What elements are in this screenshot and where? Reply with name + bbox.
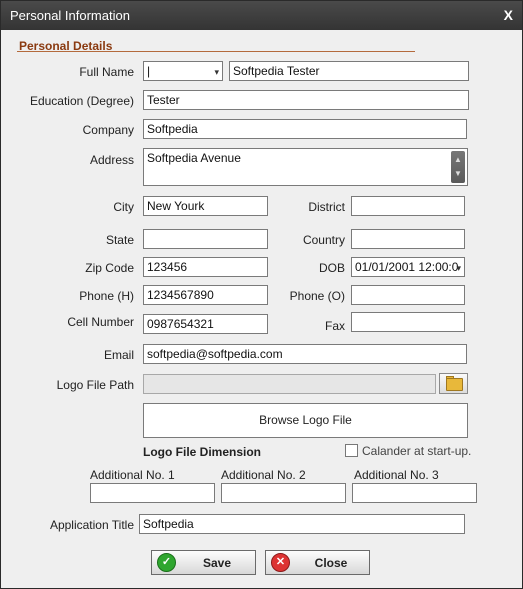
address-label: Address <box>89 153 134 167</box>
company-label: Company <box>82 123 134 137</box>
save-button[interactable]: ✓ Save <box>151 550 256 575</box>
dob-picker[interactable]: 01/01/2001 12:00:0 ▾ <box>351 257 465 277</box>
district-input[interactable] <box>351 196 465 216</box>
window-close-icon[interactable]: X <box>504 7 513 23</box>
personal-information-window: Personal Information X Personal Details … <box>0 0 523 589</box>
education-input[interactable]: Tester <box>143 90 469 110</box>
name-title-combo[interactable]: | ▾ <box>143 61 223 81</box>
form-area: Personal Details Full Name | ▾ Softpedia… <box>5 31 518 585</box>
section-divider <box>17 51 415 52</box>
country-input[interactable] <box>351 229 465 249</box>
state-label: State <box>105 233 134 247</box>
open-folder-button[interactable] <box>439 373 468 394</box>
calendar-startup-checkbox[interactable]: Calander at start-up. <box>345 444 471 458</box>
cell-input[interactable]: 0987654321 <box>143 314 268 334</box>
phone-home-input[interactable]: 1234567890 <box>143 285 268 305</box>
close-button-label: Close <box>314 556 348 570</box>
calendar-startup-label: Calander at start-up. <box>362 444 472 458</box>
close-icon: ✕ <box>271 553 290 572</box>
phone-office-input[interactable] <box>351 285 465 305</box>
dob-label: DOB <box>318 261 345 275</box>
full-name-input[interactable]: Softpedia Tester <box>229 61 469 81</box>
logo-dimension-label: Logo File Dimension <box>143 445 262 459</box>
additional-1-input[interactable] <box>90 483 215 503</box>
address-scrollbar[interactable]: ▲ ▼ <box>451 151 465 183</box>
scroll-down-icon[interactable]: ▼ <box>454 167 462 181</box>
country-label: Country <box>302 233 345 247</box>
zip-label: Zip Code <box>85 261 134 275</box>
address-text: Softpedia Avenue <box>147 151 241 165</box>
additional-2-input[interactable] <box>221 483 346 503</box>
chevron-down-icon: ▾ <box>214 67 219 77</box>
additional-1-label: Additional No. 1 <box>90 468 175 482</box>
company-input[interactable]: Softpedia <box>143 119 467 139</box>
zip-input[interactable]: 123456 <box>143 257 268 277</box>
email-label: Email <box>103 348 134 362</box>
additional-3-label: Additional No. 3 <box>354 468 439 482</box>
logo-path-label: Logo File Path <box>56 378 134 392</box>
name-title-value: | <box>147 64 151 78</box>
logo-path-input <box>143 374 436 394</box>
save-button-label: Save <box>202 556 232 570</box>
folder-icon <box>446 378 463 391</box>
additional-2-label: Additional No. 2 <box>221 468 306 482</box>
window-title: Personal Information <box>10 8 130 23</box>
app-title-input[interactable]: Softpedia <box>139 514 465 534</box>
checkbox-box[interactable] <box>345 444 358 457</box>
close-button[interactable]: ✕ Close <box>265 550 370 575</box>
chevron-down-icon: ▾ <box>456 263 461 273</box>
scroll-up-icon[interactable]: ▲ <box>454 153 462 167</box>
education-label: Education (Degree) <box>29 94 134 108</box>
state-input[interactable] <box>143 229 268 249</box>
dob-value: 01/01/2001 12:00:0 <box>355 260 459 274</box>
phone-office-label: Phone (O) <box>289 289 345 303</box>
checkmark-icon: ✓ <box>157 553 176 572</box>
cell-label: Cell Number <box>67 315 134 329</box>
app-title-label: Application Title <box>49 518 134 532</box>
title-bar: Personal Information X <box>1 1 522 30</box>
address-textarea[interactable]: Softpedia Avenue ▲ ▼ <box>143 148 468 186</box>
email-input[interactable]: softpedia@softpedia.com <box>143 344 467 364</box>
phone-home-label: Phone (H) <box>79 289 134 303</box>
browse-logo-button[interactable]: Browse Logo File <box>143 403 468 438</box>
additional-3-input[interactable] <box>352 483 477 503</box>
district-label: District <box>308 200 345 214</box>
city-input[interactable]: New Yourk <box>143 196 268 216</box>
full-name-label: Full Name <box>79 65 134 79</box>
fax-input[interactable] <box>351 312 465 332</box>
fax-label: Fax <box>324 319 345 333</box>
city-label: City <box>113 200 134 214</box>
